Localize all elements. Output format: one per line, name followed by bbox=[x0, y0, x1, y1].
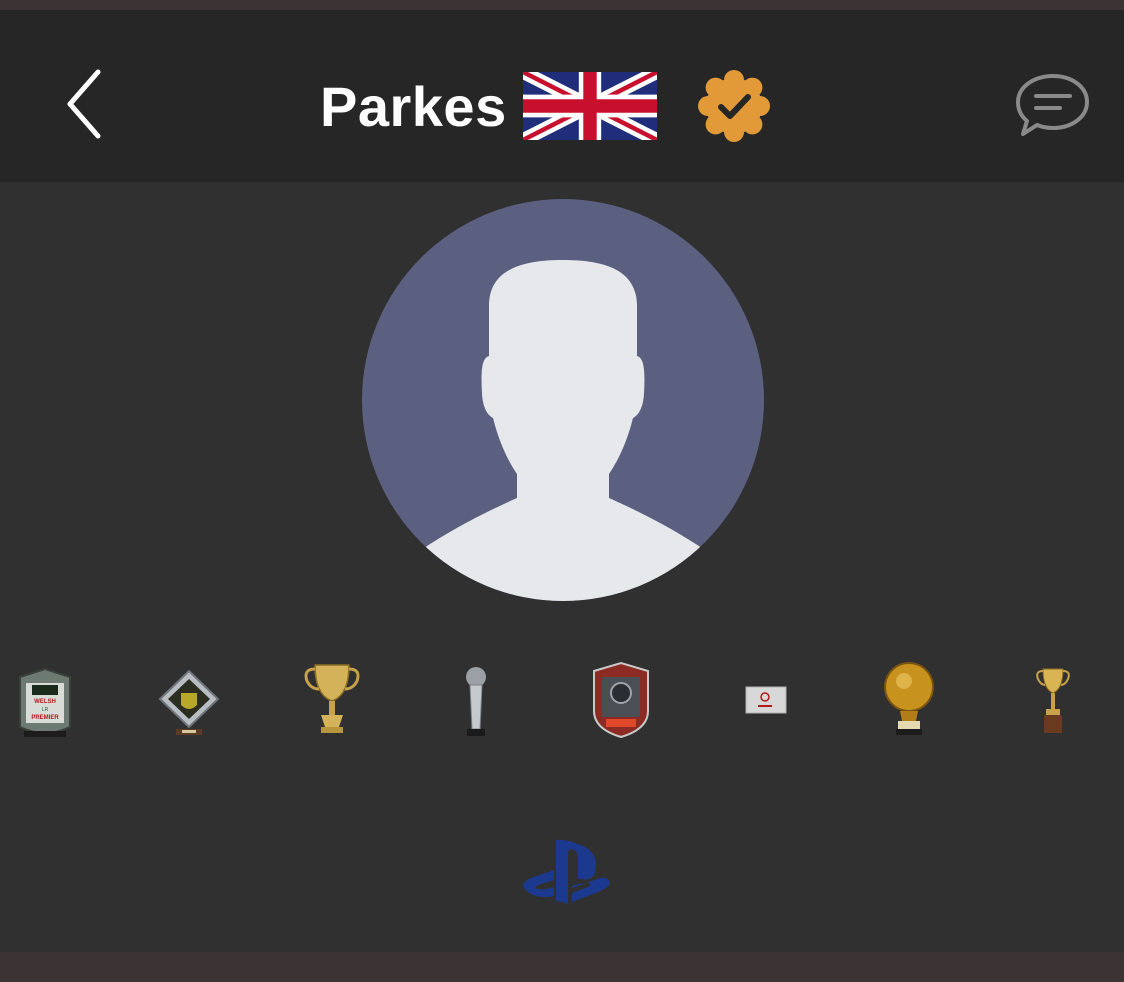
svg-text:LR: LR bbox=[42, 707, 49, 713]
silver-ball-pillar-trophy[interactable] bbox=[441, 655, 511, 745]
avatar[interactable] bbox=[361, 198, 765, 602]
svg-text:PREMIER: PREMIER bbox=[31, 715, 59, 721]
trophy-cabinet: WELSH LR PREMIER bbox=[0, 655, 1124, 745]
trophy-label-welsh: WELSH bbox=[34, 699, 56, 705]
chevron-left-icon bbox=[67, 69, 101, 139]
shield-badge-trophy[interactable] bbox=[586, 655, 656, 745]
profile-header: Parkes bbox=[0, 10, 1124, 182]
top-status-strip bbox=[0, 0, 1124, 10]
verified-badge-icon bbox=[698, 70, 770, 142]
playstation-icon bbox=[523, 839, 610, 904]
golden-ball-trophy[interactable] bbox=[874, 655, 944, 745]
uk-flag-icon bbox=[522, 72, 657, 140]
bottom-strip bbox=[0, 952, 1124, 982]
profile-title: Parkes bbox=[320, 66, 657, 146]
welsh-premier-shield-trophy[interactable]: WELSH LR PREMIER bbox=[10, 655, 80, 745]
card-trophy[interactable] bbox=[730, 655, 800, 745]
chat-button[interactable] bbox=[1012, 70, 1094, 142]
username: Parkes bbox=[320, 74, 507, 138]
gold-cup-trophy[interactable] bbox=[297, 655, 367, 745]
diamond-crystal-trophy[interactable] bbox=[154, 655, 224, 745]
small-gold-cup-trophy[interactable] bbox=[1018, 655, 1088, 745]
chat-bubble-icon bbox=[1016, 74, 1089, 136]
back-button[interactable] bbox=[58, 62, 114, 146]
